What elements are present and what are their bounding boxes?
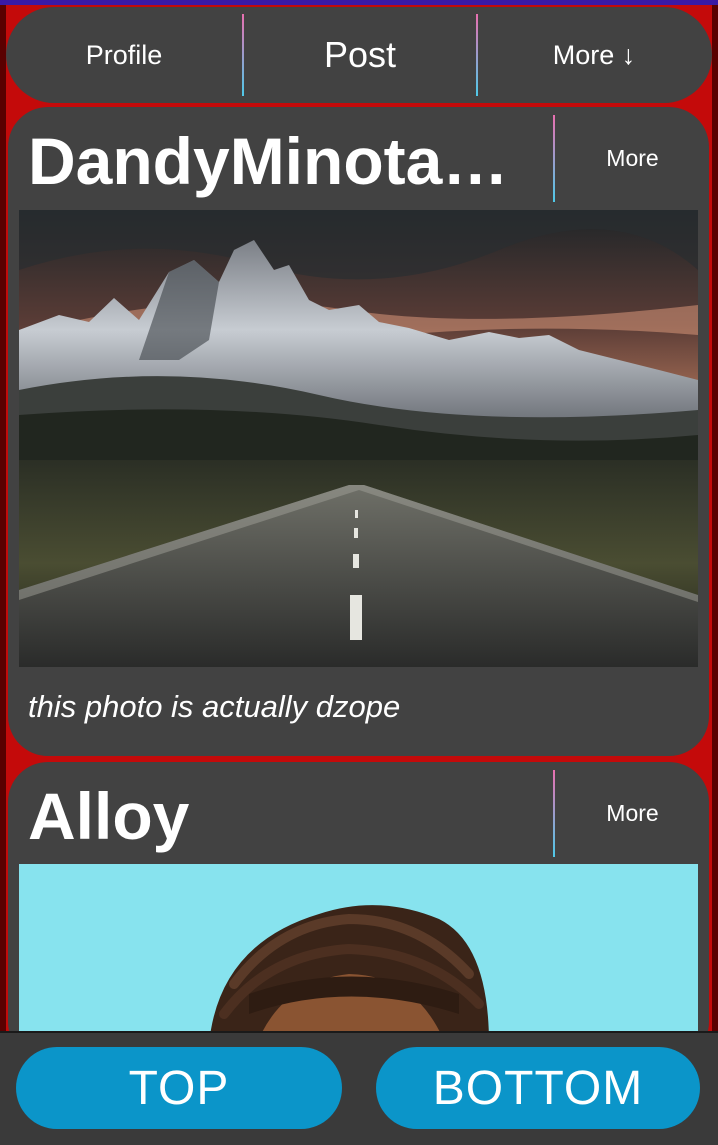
post-photo[interactable] xyxy=(19,210,698,667)
post-more-button[interactable]: More xyxy=(556,762,709,865)
bottom-bar: TOP BOTTOM xyxy=(0,1031,718,1145)
nav-more-button[interactable]: More ↓ xyxy=(478,7,710,103)
scroll-bottom-button[interactable]: BOTTOM xyxy=(376,1047,700,1129)
post-header: DandyMinotau... More xyxy=(8,107,709,210)
top-nav-bar: Profile Post More ↓ xyxy=(6,7,712,103)
post-card: DandyMinotau... More this photo is actua… xyxy=(8,107,709,756)
nav-profile-button[interactable]: Profile xyxy=(6,7,242,103)
post-username[interactable]: Alloy xyxy=(28,776,528,856)
header-divider xyxy=(553,115,555,202)
post-caption: this photo is actually dzope xyxy=(28,689,401,724)
post-username[interactable]: DandyMinotau... xyxy=(28,121,528,201)
mountain-road-image xyxy=(19,210,698,667)
left-edge xyxy=(0,5,6,1035)
right-edge xyxy=(712,5,718,1035)
nav-post-button[interactable]: Post xyxy=(244,7,476,103)
post-more-button[interactable]: More xyxy=(556,107,709,210)
header-divider xyxy=(553,770,555,857)
status-strip xyxy=(0,0,718,5)
scroll-top-button[interactable]: TOP xyxy=(16,1047,342,1129)
post-card: Alloy More xyxy=(8,762,709,1062)
post-header: Alloy More xyxy=(8,762,709,865)
